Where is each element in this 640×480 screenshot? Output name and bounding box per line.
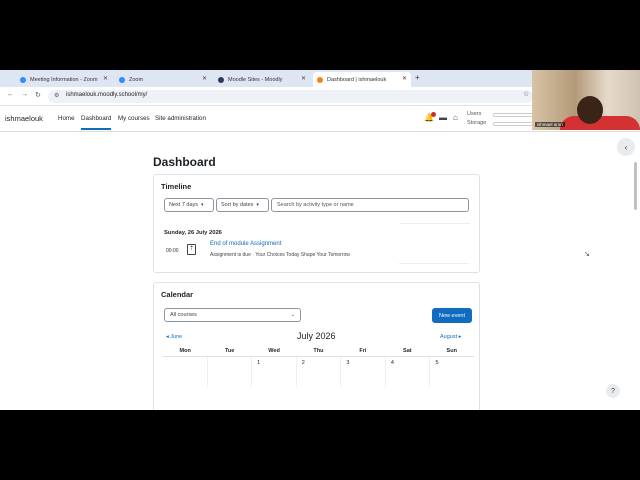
weekday-label: Mon <box>179 348 191 354</box>
new-tab-icon[interactable]: + <box>415 73 420 82</box>
bookmark-star-icon[interactable]: ☆ <box>523 90 529 98</box>
calendar-weekday-header: Mon Tue Wed Thu Fri Sat Sun <box>163 346 474 357</box>
prev-month-link[interactable]: ◂ June <box>166 334 182 340</box>
forward-icon[interactable]: → <box>21 91 28 98</box>
new-event-button[interactable]: New event <box>432 308 472 323</box>
mouse-cursor-icon: ↘ <box>584 251 590 258</box>
timeline-date-heading: Sunday, 26 July 2026 <box>164 230 222 236</box>
storage-meter <box>493 122 535 126</box>
course-select[interactable]: All courses ⌄ <box>164 308 301 322</box>
chevron-down-icon: ▾ <box>201 202 204 208</box>
tab-dashboard[interactable]: Dashboard | ishmaelouk ✕ <box>313 72 411 87</box>
close-icon[interactable]: ✕ <box>402 75 407 82</box>
divider <box>399 263 469 264</box>
message-icon[interactable]: ▬ <box>439 113 447 122</box>
timeline-block: Timeline Next 7 days ▾ Sort by dates ▾ Sea… <box>153 174 480 273</box>
calendar-day-cell[interactable]: 2 <box>297 357 342 387</box>
calendar-heading: Calendar <box>161 290 194 299</box>
webcam-overlay: ishmael arori <box>532 70 640 130</box>
weekday-label: Sun <box>446 348 457 354</box>
webcam-person-head <box>577 96 603 124</box>
course-admin-icon[interactable]: ⌂ <box>453 113 458 122</box>
next-month-label: August <box>440 334 458 340</box>
tab-meeting-info[interactable]: Meeting Information - Zoom ✕ <box>16 72 112 87</box>
tab-label: Moodle Sites - Moodly <box>228 76 283 83</box>
chevron-down-icon: ⌄ <box>290 312 295 318</box>
url-input[interactable]: ⚙ ishmaelouk.moodly.school/my/ <box>48 90 533 103</box>
event-description: Assignment is due · Your Choices Today S… <box>210 252 350 258</box>
event-time: 00:00 <box>166 248 179 254</box>
event-title-link[interactable]: End of module Assignment <box>210 241 281 247</box>
calendar-day-cell[interactable]: 4 <box>386 357 431 387</box>
calendar-grid: Mon Tue Wed Thu Fri Sat Sun 1 2 3 4 5 <box>163 346 474 387</box>
days-filter-label: Next 7 days <box>169 202 199 208</box>
calendar-week-row: 1 2 3 4 5 <box>163 357 474 387</box>
scrollbar-thumb[interactable] <box>634 162 637 210</box>
nav-my-courses[interactable]: My courses <box>118 115 150 122</box>
notification-badge <box>431 112 436 117</box>
prev-month-label: June <box>170 334 183 340</box>
search-placeholder: Search by activity type or name <box>277 202 354 208</box>
tab-zoom[interactable]: Zoom ✕ <box>115 72 211 87</box>
timeline-search-input[interactable]: Search by activity type or name <box>271 198 469 212</box>
calendar-day-cell[interactable]: 3 <box>341 357 386 387</box>
drawer-toggle-button[interactable]: ‹ <box>617 138 635 156</box>
calendar-day-cell[interactable]: 1 <box>252 357 297 387</box>
moodle-icon <box>218 76 224 83</box>
calendar-day-cell[interactable] <box>163 357 208 387</box>
url-text: ishmaelouk.moodly.school/my/ <box>66 92 148 98</box>
reload-icon[interactable]: ↻ <box>35 91 41 99</box>
users-label: Users <box>467 111 482 117</box>
timeline-sort-filter[interactable]: Sort by dates ▾ <box>216 198 269 212</box>
zoom-icon <box>119 76 125 83</box>
tab-moodle-sites[interactable]: Moodle Sites - Moodly ✕ <box>214 72 310 87</box>
weekday-label: Fri <box>359 348 367 354</box>
timeline-heading: Timeline <box>161 182 192 191</box>
next-month-link[interactable]: August ▸ <box>440 334 461 340</box>
nav-site-administration[interactable]: Site administration <box>155 115 206 122</box>
users-meter <box>493 113 535 117</box>
tab-label: Dashboard | ishmaelouk <box>327 76 387 83</box>
webcam-name: ishmael arori <box>535 122 565 127</box>
close-icon[interactable]: ✕ <box>103 75 108 82</box>
weekday-label: Wed <box>268 348 280 354</box>
storage-label: Storage <box>467 120 487 126</box>
zoom-icon <box>20 76 26 83</box>
tab-label: Zoom <box>129 76 144 83</box>
site-info-icon[interactable]: ⚙ <box>54 92 59 99</box>
calendar-block: Calendar All courses ⌄ New event ◂ June … <box>153 282 480 410</box>
nav-home[interactable]: Home <box>58 115 75 122</box>
weekday-label: Tue <box>224 348 235 354</box>
divider <box>400 223 470 224</box>
calendar-month-title: July 2026 <box>297 331 336 341</box>
timeline-days-filter[interactable]: Next 7 days ▾ <box>164 198 214 212</box>
back-icon[interactable]: ← <box>7 91 14 98</box>
site-brand[interactable]: ishmaelouk <box>5 114 43 123</box>
page-title: Dashboard <box>153 155 216 169</box>
chevron-down-icon: ▾ <box>256 202 259 208</box>
assignment-icon: ⇡ <box>187 244 196 255</box>
nav-dashboard[interactable]: Dashboard <box>81 115 112 130</box>
question-icon: ? <box>611 387 615 395</box>
calendar-day-cell[interactable] <box>208 357 253 387</box>
close-icon[interactable]: ✕ <box>202 75 207 82</box>
chevron-left-icon: ‹ <box>624 142 628 152</box>
calendar-day-cell[interactable]: 5 <box>430 357 474 387</box>
weekday-label: Thu <box>313 348 324 354</box>
course-select-value: All courses <box>170 312 197 318</box>
close-icon[interactable]: ✕ <box>301 75 306 82</box>
scrollbar[interactable] <box>633 162 638 410</box>
help-button[interactable]: ? <box>606 384 620 398</box>
page-content: ‹ ↘ Dashboard Timeline Next 7 days ▾ Sort… <box>0 132 640 410</box>
sort-filter-label: Sort by dates <box>221 202 254 208</box>
browser-window: Meeting Information - Zoom ✕ Zoom ✕ Mood… <box>0 70 640 410</box>
weekday-label: Sat <box>403 348 412 354</box>
moodle-icon <box>317 76 323 83</box>
tab-label: Meeting Information - Zoom <box>30 76 98 83</box>
